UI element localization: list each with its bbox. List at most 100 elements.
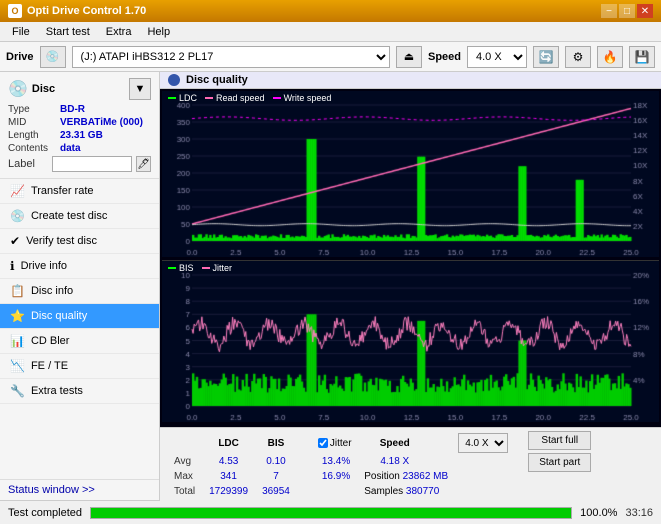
menubar: File Start test Extra Help (0, 22, 661, 42)
drive-select[interactable]: (J:) ATAPI iHBS312 2 PL17 (72, 46, 390, 68)
avg-ldc: 4.53 (203, 455, 254, 468)
position-label: Position 23862 MB (358, 470, 454, 483)
disc-section-title: Disc (32, 83, 55, 95)
sidebar-item-create-test-disc[interactable]: 💿 Create test disc (0, 204, 159, 229)
menu-start-test[interactable]: Start test (38, 24, 98, 40)
content-area: Disc quality LDC Read speed (160, 72, 661, 500)
type-key: Type (8, 104, 60, 115)
titlebar: O Opti Drive Control 1.70 − □ ✕ (0, 0, 661, 22)
type-value: BD-R (60, 104, 85, 115)
samples-label: Samples 380770 (358, 485, 454, 498)
charts-area: LDC Read speed Write speed (160, 89, 661, 427)
speed-label: Speed (428, 51, 461, 63)
total-ldc: 1729399 (203, 485, 254, 498)
app-icon: O (8, 4, 22, 18)
samples-value: 380770 (406, 486, 439, 497)
write-speed-color (273, 97, 281, 99)
col-speed-header: Speed (358, 433, 431, 453)
dq-title: Disc quality (186, 74, 248, 86)
disc-quality-header: Disc quality (160, 72, 661, 89)
disc-section: 💿 Disc ▼ Type BD-R MID VERBATiMe (000) L… (0, 72, 159, 179)
label-key: Label (8, 158, 48, 170)
legend-jitter: Jitter (202, 263, 233, 273)
total-bis: 36954 (256, 485, 296, 498)
action-buttons: Start full Start part (528, 431, 591, 472)
main-area: 💿 Disc ▼ Type BD-R MID VERBATiMe (000) L… (0, 72, 661, 500)
col-ldc-header: LDC (203, 433, 254, 453)
sidebar-item-disc-quality[interactable]: ⭐ Disc quality (0, 304, 159, 329)
speed-select-stats[interactable]: 4.0 X (458, 433, 508, 453)
legend-ldc: LDC (168, 93, 197, 103)
stats-table: LDC BIS Jitter Speed 4.0 X (166, 431, 512, 500)
chart2-bis: BIS Jitter (162, 261, 659, 425)
drive-icon-btn[interactable]: 💿 (40, 46, 66, 68)
max-ldc: 341 (203, 470, 254, 483)
bis-color (168, 267, 176, 269)
sidebar-item-fe-te[interactable]: 📉 FE / TE (0, 354, 159, 379)
menu-extra[interactable]: Extra (98, 24, 140, 40)
legend-write-speed: Write speed (273, 93, 332, 103)
progress-bar-wrap (90, 507, 572, 519)
chart1-legend: LDC Read speed Write speed (164, 92, 335, 104)
drive-bar: Drive 💿 (J:) ATAPI iHBS312 2 PL17 ⏏ Spee… (0, 42, 661, 72)
burn-button[interactable]: 🔥 (597, 46, 623, 68)
status-text: Test completed (8, 507, 82, 519)
jitter-checkbox-label: Jitter (318, 438, 354, 449)
max-label: Max (168, 470, 201, 483)
length-value: 23.31 GB (60, 130, 103, 141)
avg-bis: 0.10 (256, 455, 296, 468)
sidebar-item-transfer-rate[interactable]: 📈 Transfer rate (0, 179, 159, 204)
disc-section-icon: 💿 (8, 79, 28, 99)
avg-speed: 4.18 X (358, 455, 431, 468)
disc-option-btn[interactable]: ▼ (129, 78, 151, 100)
minimize-button[interactable]: − (601, 4, 617, 18)
sidebar-item-drive-info[interactable]: ℹ Drive info (0, 254, 159, 279)
length-key: Length (8, 130, 60, 141)
chart1-ldc: LDC Read speed Write speed (162, 91, 659, 261)
progress-bar-fill (91, 508, 571, 518)
menu-help[interactable]: Help (139, 24, 178, 40)
start-part-button[interactable]: Start part (528, 453, 591, 472)
speed-select[interactable]: 4.0 X (467, 46, 527, 68)
menu-file[interactable]: File (4, 24, 38, 40)
drive-label: Drive (6, 51, 34, 63)
settings-button[interactable]: ⚙ (565, 46, 591, 68)
sidebar-item-verify-test-disc[interactable]: ✔ Verify test disc (0, 229, 159, 254)
label-edit-btn[interactable]: 🖊 (136, 156, 151, 172)
stats-bar: LDC BIS Jitter Speed 4.0 X (160, 427, 661, 503)
eject-button[interactable]: ⏏ (396, 46, 422, 68)
mid-key: MID (8, 117, 60, 128)
status-window-btn[interactable]: Status window >> (0, 479, 159, 500)
sidebar: 💿 Disc ▼ Type BD-R MID VERBATiMe (000) L… (0, 72, 160, 500)
jitter-color (202, 267, 210, 269)
nav-list: 📈 Transfer rate 💿 Create test disc ✔ Ver… (0, 179, 159, 404)
total-label: Total (168, 485, 201, 498)
col-bis-header: BIS (256, 433, 296, 453)
ldc-color (168, 97, 176, 99)
chart2-canvas (162, 261, 659, 422)
max-bis: 7 (256, 470, 296, 483)
sidebar-item-cd-bler[interactable]: 📊 CD Bler (0, 329, 159, 354)
legend-bis: BIS (168, 263, 194, 273)
sidebar-item-disc-info[interactable]: 📋 Disc info (0, 279, 159, 304)
progress-label: 100.0% (580, 507, 617, 519)
sidebar-item-extra-tests[interactable]: 🔧 Extra tests (0, 379, 159, 404)
refresh-button[interactable]: 🔄 (533, 46, 559, 68)
read-speed-color (205, 97, 213, 99)
time-label: 33:16 (625, 507, 653, 519)
jitter-checkbox[interactable] (318, 438, 328, 448)
bottom-status-bar: Test completed 100.0% 33:16 (0, 500, 661, 524)
mid-value: VERBATiMe (000) (60, 117, 143, 128)
contents-key: Contents (8, 143, 60, 154)
start-full-button[interactable]: Start full (528, 431, 591, 450)
avg-jitter: 13.4% (316, 455, 356, 468)
save-button[interactable]: 💾 (629, 46, 655, 68)
app-title: Opti Drive Control 1.70 (27, 5, 601, 17)
maximize-button[interactable]: □ (619, 4, 635, 18)
avg-label: Avg (168, 455, 201, 468)
contents-value: data (60, 143, 81, 154)
position-value: 23862 MB (403, 471, 449, 482)
dq-icon (168, 74, 180, 86)
close-button[interactable]: ✕ (637, 4, 653, 18)
label-input[interactable] (52, 156, 132, 172)
